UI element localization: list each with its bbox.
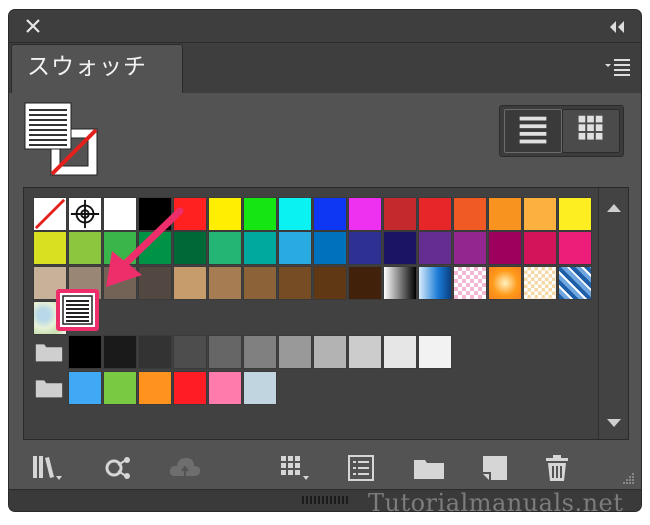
color-swatch[interactable] xyxy=(383,197,417,231)
close-icon[interactable] xyxy=(23,16,43,36)
color-swatch[interactable] xyxy=(383,335,417,369)
view-toggle xyxy=(499,105,624,157)
swatch-kind-menu-icon[interactable] xyxy=(277,450,313,486)
swatch-libraries-menu-icon[interactable] xyxy=(29,450,65,486)
collapse-panel-icon[interactable] xyxy=(607,19,627,35)
color-group-folder[interactable] xyxy=(33,371,67,405)
color-swatch[interactable] xyxy=(103,335,137,369)
radial-gradient-swatch[interactable] xyxy=(488,266,522,300)
color-swatch[interactable] xyxy=(313,266,347,300)
color-swatch[interactable] xyxy=(243,371,277,405)
transparency-gradient-swatch[interactable] xyxy=(453,266,487,300)
trash-icon[interactable] xyxy=(539,450,575,486)
none-slash-icon xyxy=(34,198,66,230)
color-swatch[interactable] xyxy=(383,231,417,265)
panel-menu-icon[interactable] xyxy=(603,56,633,76)
new-color-group-icon[interactable] xyxy=(411,450,447,486)
color-swatch[interactable] xyxy=(278,231,312,265)
color-swatch[interactable] xyxy=(208,231,242,265)
watermark: Tutorialmanuals.net xyxy=(368,489,624,517)
color-group-folder[interactable] xyxy=(33,335,67,369)
tab-row: スウォッチ xyxy=(9,43,641,93)
color-swatch[interactable] xyxy=(103,371,137,405)
drag-handle-icon[interactable] xyxy=(301,495,351,505)
color-swatch[interactable] xyxy=(68,335,102,369)
color-swatch[interactable] xyxy=(138,335,172,369)
color-swatch[interactable] xyxy=(488,231,522,265)
color-swatch[interactable] xyxy=(348,335,382,369)
share-swatch-icon[interactable] xyxy=(101,450,137,486)
panel-titlebar xyxy=(9,10,641,43)
thumbnail-view-button[interactable] xyxy=(562,109,620,153)
color-swatch[interactable] xyxy=(138,371,172,405)
color-swatch[interactable] xyxy=(418,197,452,231)
scroll-down-icon[interactable] xyxy=(599,413,629,433)
color-swatch[interactable] xyxy=(313,335,347,369)
bottom-toolbar xyxy=(9,450,641,490)
gradient-swatch[interactable] xyxy=(383,266,417,300)
fill-stroke-indicator[interactable] xyxy=(23,101,99,179)
color-swatch[interactable] xyxy=(33,231,67,265)
color-swatch[interactable] xyxy=(278,335,312,369)
cloud-icon[interactable] xyxy=(167,450,203,486)
color-swatch[interactable] xyxy=(418,231,452,265)
color-swatch[interactable] xyxy=(348,266,382,300)
color-swatch[interactable] xyxy=(313,197,347,231)
color-swatch[interactable] xyxy=(558,231,592,265)
grid-view-icon xyxy=(578,115,603,140)
swatch-options-icon[interactable] xyxy=(343,450,379,486)
color-swatch[interactable] xyxy=(348,197,382,231)
color-swatch[interactable] xyxy=(418,335,452,369)
color-swatch[interactable] xyxy=(278,266,312,300)
color-swatch[interactable] xyxy=(453,231,487,265)
color-swatch[interactable] xyxy=(243,231,277,265)
list-view-icon xyxy=(519,116,547,144)
color-swatch[interactable] xyxy=(348,231,382,265)
color-swatch[interactable] xyxy=(208,335,242,369)
color-swatch[interactable] xyxy=(523,231,557,265)
color-swatch[interactable] xyxy=(208,197,242,231)
pattern-swatch[interactable] xyxy=(558,266,592,300)
color-swatch[interactable] xyxy=(523,197,557,231)
color-swatch[interactable] xyxy=(453,197,487,231)
color-swatch[interactable] xyxy=(208,266,242,300)
tab-swatches[interactable]: スウォッチ xyxy=(11,44,183,93)
color-swatch[interactable] xyxy=(173,335,207,369)
color-group-folder-icon xyxy=(35,344,63,362)
new-swatch-icon[interactable] xyxy=(477,450,513,486)
color-swatch[interactable] xyxy=(68,371,102,405)
gradient-swatch[interactable] xyxy=(418,266,452,300)
list-view-button[interactable] xyxy=(504,109,562,153)
pattern-swatch[interactable] xyxy=(523,266,557,300)
color-swatch[interactable] xyxy=(173,371,207,405)
color-swatch[interactable] xyxy=(558,197,592,231)
stripe-pattern-icon xyxy=(62,295,93,325)
color-swatch[interactable] xyxy=(488,197,522,231)
color-group-folder-icon xyxy=(35,380,63,398)
color-swatch[interactable] xyxy=(243,197,277,231)
scroll-up-icon[interactable] xyxy=(599,198,629,218)
color-swatch[interactable] xyxy=(243,335,277,369)
scrollbar[interactable] xyxy=(598,188,628,439)
color-swatch[interactable] xyxy=(278,197,312,231)
resize-grip-icon[interactable] xyxy=(621,471,635,485)
selected-pattern-swatch[interactable] xyxy=(56,289,99,331)
callout-arrow-icon xyxy=(106,207,184,287)
color-swatch[interactable] xyxy=(313,231,347,265)
color-swatch[interactable] xyxy=(243,266,277,300)
none-swatch[interactable] xyxy=(33,197,67,231)
color-swatch[interactable] xyxy=(208,371,242,405)
